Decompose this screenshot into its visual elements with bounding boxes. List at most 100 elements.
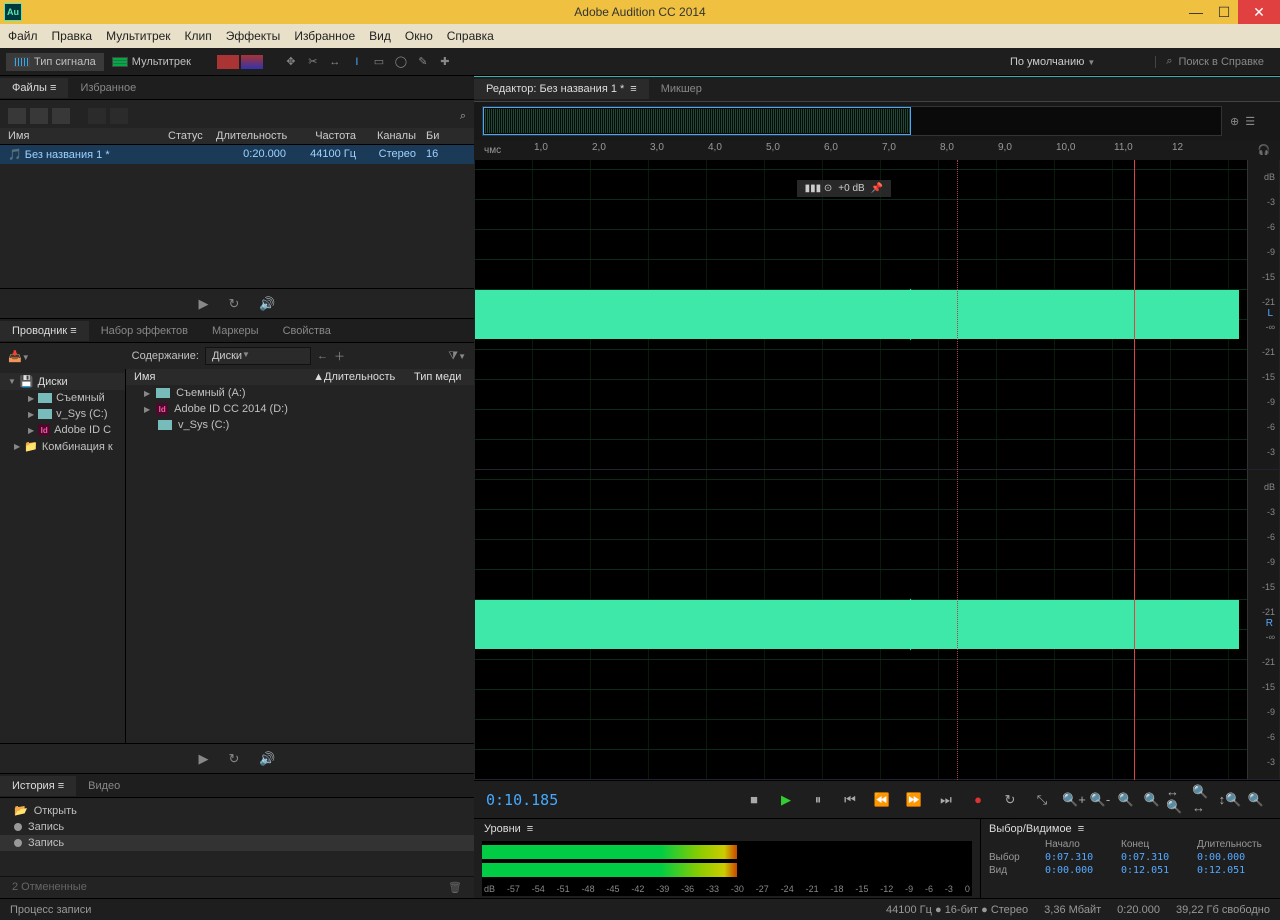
preview-loop-icon[interactable]: ↻ <box>228 296 239 312</box>
view-dur[interactable]: 0:12.051 <box>1197 865 1280 876</box>
tab-mixer[interactable]: Микшер <box>649 79 714 99</box>
skip-selection-button[interactable]: ⤡ <box>1030 788 1054 812</box>
nav-back-icon[interactable]: ← <box>317 350 328 362</box>
forward-button[interactable]: ⏩ <box>902 788 926 812</box>
browser-play-icon[interactable]: ▶ <box>198 751 208 767</box>
browser-list-header[interactable]: Имя▲ Длительность Тип меди <box>126 369 474 385</box>
files-header[interactable]: Имя Статус Длительность Частота Каналы Б… <box>0 128 474 145</box>
browser-loop-icon[interactable]: ↻ <box>228 751 239 767</box>
skip-back-button[interactable]: ⏮ <box>838 788 862 812</box>
zoom-in-icon[interactable]: 🔍+ <box>1062 788 1086 812</box>
playhead[interactable] <box>1134 160 1135 780</box>
menu-window[interactable]: Окно <box>405 29 433 43</box>
zoom-v-icon[interactable]: ↕🔍 <box>1218 788 1242 812</box>
sel-dur[interactable]: 0:00.000 <box>1197 852 1280 863</box>
tab-video[interactable]: Видео <box>76 776 132 796</box>
pause-button[interactable]: ⏸ <box>806 788 830 812</box>
tree-item[interactable]: ▶IdAdobe ID C <box>0 422 125 438</box>
menu-edit[interactable]: Правка <box>52 29 93 43</box>
menu-multitrack[interactable]: Мультитрек <box>106 29 170 43</box>
level-meter[interactable]: dB-57-54-51-48-45-42-39-36-33-30-27-24-2… <box>482 841 972 896</box>
volume-hud[interactable]: ▮▮▮ ⊙ +0 dB 📌 <box>797 180 892 197</box>
spectral-freq-icon[interactable] <box>217 55 239 69</box>
content-selector[interactable]: Диски ▼ <box>205 347 311 365</box>
maximize-button[interactable]: ☐ <box>1210 0 1238 24</box>
close-file-icon[interactable] <box>88 108 106 124</box>
zoom-out-point-icon[interactable]: 🔍↔ <box>1192 788 1216 812</box>
tab-files[interactable]: Файлы ≡ <box>0 78 68 98</box>
list-item[interactable]: ▶Съемный (A:) <box>126 385 474 401</box>
rewind-button[interactable]: ⏪ <box>870 788 894 812</box>
list-item[interactable]: v_Sys (C:) <box>126 417 474 433</box>
time-select-tool-icon[interactable]: I <box>347 52 367 72</box>
close-button[interactable]: ✕ <box>1238 0 1280 24</box>
new-file-icon[interactable] <box>8 108 26 124</box>
shortcut-icon[interactable]: 📥▼ <box>8 350 30 363</box>
zoom-out-icon[interactable]: 🔍- <box>1088 788 1112 812</box>
history-item[interactable]: Запись <box>0 819 474 835</box>
tab-editor[interactable]: Редактор: Без названия 1 * ≡ <box>474 79 649 99</box>
stop-button[interactable]: ■ <box>742 788 766 812</box>
menu-file[interactable]: Файл <box>8 29 38 43</box>
timeline-ruler[interactable]: чмс 1,0 2,0 3,0 4,0 5,0 6,0 7,0 8,0 9,0 … <box>474 140 1280 160</box>
slip-tool-icon[interactable]: ↔ <box>325 52 345 72</box>
tree-item[interactable]: ▶📁Комбинация к <box>0 438 125 455</box>
minimize-button[interactable]: — <box>1182 0 1210 24</box>
zoom-sel-icon[interactable]: 🔍 <box>1140 788 1164 812</box>
move-tool-icon[interactable]: ✥ <box>281 52 301 72</box>
skip-fwd-button[interactable]: ⏭ <box>934 788 958 812</box>
preview-autoplay-icon[interactable]: 🔊 <box>259 296 275 312</box>
list-nav-icon[interactable]: ☰ <box>1245 115 1255 128</box>
trash-icon[interactable]: 🗑 <box>448 881 462 894</box>
menu-help[interactable]: Справка <box>447 29 494 43</box>
zoom-in-point-icon[interactable]: ↔🔍 <box>1166 788 1190 812</box>
view-end[interactable]: 0:12.051 <box>1121 865 1191 876</box>
history-item[interactable]: 📂Открыть <box>0 802 474 819</box>
open-file-icon[interactable] <box>30 108 48 124</box>
tab-properties[interactable]: Свойства <box>271 321 343 341</box>
tab-favorites[interactable]: Избранное <box>68 78 148 98</box>
nav-up-icon[interactable]: ＋ <box>334 348 345 364</box>
menu-favorites[interactable]: Избранное <box>294 29 355 43</box>
menu-view[interactable]: Вид <box>369 29 391 43</box>
tree-item[interactable]: ▶Съемный <box>0 390 125 406</box>
heal-tool-icon[interactable]: ✚ <box>435 52 455 72</box>
multitrack-mode-button[interactable]: Мультитрек <box>104 53 199 71</box>
tree-item[interactable]: ▶v_Sys (C:) <box>0 406 125 422</box>
play-button[interactable]: ▶ <box>774 788 798 812</box>
loop-button[interactable]: ↻ <box>998 788 1022 812</box>
workspace-selector[interactable]: По умолчанию ▼ <box>1002 56 1156 68</box>
filter-icon[interactable]: ⧩▼ <box>448 350 466 363</box>
file-row[interactable]: 🎵 Без названия 1 * 0:20.000 44100 Гц Сте… <box>0 145 474 164</box>
list-item[interactable]: ▶IdAdobe ID CC 2014 (D:) <box>126 401 474 417</box>
waveform-mode-button[interactable]: Тип сигнала <box>6 53 104 71</box>
zoom-nav-icon[interactable]: ⊕ <box>1230 115 1239 128</box>
overview-navigator[interactable] <box>482 106 1222 136</box>
spectral-pitch-icon[interactable] <box>241 55 263 69</box>
waveform-display[interactable]: ▮▮▮ ⊙ +0 dB 📌 dB-3-6-9-15-21-∞-21-15-9-6… <box>474 160 1280 780</box>
menu-clip[interactable]: Клип <box>185 29 212 43</box>
preview-play-icon[interactable]: ▶ <box>198 296 208 312</box>
time-display[interactable]: 0:10.185 <box>486 791 626 809</box>
help-search[interactable]: ⌕ Поиск в Справке <box>1156 55 1274 68</box>
import-icon[interactable] <box>52 108 70 124</box>
search-files-icon[interactable]: ⌕ <box>460 110 466 123</box>
insert-icon[interactable] <box>110 108 128 124</box>
tab-history[interactable]: История ≡ <box>0 776 76 796</box>
brush-tool-icon[interactable]: ✎ <box>413 52 433 72</box>
tab-effects-rack[interactable]: Набор эффектов <box>89 321 200 341</box>
marquee-tool-icon[interactable]: ▭ <box>369 52 389 72</box>
browser-autoplay-icon[interactable]: 🔊 <box>259 751 275 767</box>
tab-markers[interactable]: Маркеры <box>200 321 271 341</box>
zoom-full-icon[interactable]: 🔍 <box>1114 788 1138 812</box>
lasso-tool-icon[interactable]: ◯ <box>391 52 411 72</box>
view-start[interactable]: 0:00.000 <box>1045 865 1115 876</box>
sel-end[interactable]: 0:07.310 <box>1121 852 1191 863</box>
sel-start[interactable]: 0:07.310 <box>1045 852 1115 863</box>
history-item[interactable]: Запись <box>0 835 474 851</box>
razor-tool-icon[interactable]: ✂ <box>303 52 323 72</box>
zoom-reset-icon[interactable]: 🔍 <box>1244 788 1268 812</box>
record-button[interactable]: ● <box>966 788 990 812</box>
menu-effects[interactable]: Эффекты <box>226 29 281 43</box>
tab-browser[interactable]: Проводник ≡ <box>0 321 89 341</box>
